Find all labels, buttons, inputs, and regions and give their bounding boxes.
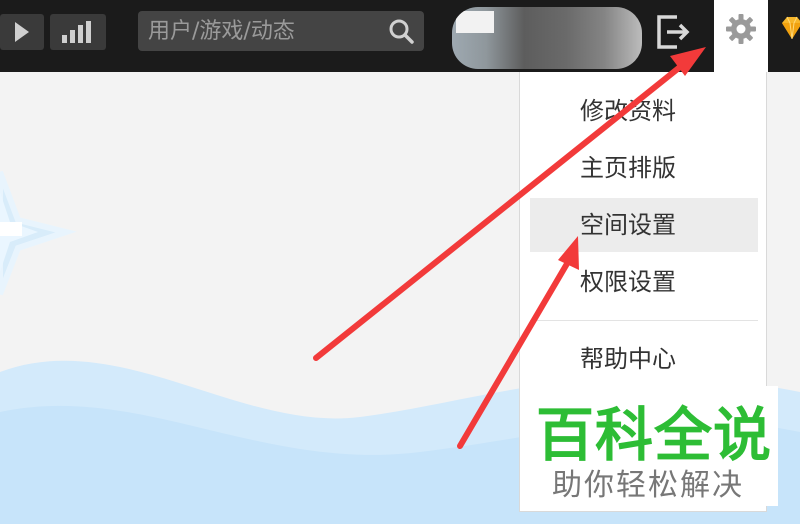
- settings-button[interactable]: [714, 0, 768, 72]
- stats-button[interactable]: [50, 14, 106, 50]
- menu-divider: [530, 320, 758, 321]
- stats-icon: [62, 21, 91, 43]
- logout-icon[interactable]: [653, 13, 693, 51]
- gear-icon: [726, 14, 756, 44]
- menu-item-homepage-layout[interactable]: 主页排版: [530, 141, 758, 195]
- watermark: 百科全说 助你轻松解决: [528, 386, 778, 506]
- search-box: [138, 11, 424, 51]
- user-avatar[interactable]: [452, 7, 642, 69]
- avatar-highlight: [456, 11, 494, 33]
- watermark-subtitle: 助你轻松解决: [552, 468, 744, 503]
- play-button[interactable]: [0, 14, 44, 50]
- menu-item-edit-profile[interactable]: 修改资料: [530, 84, 758, 138]
- play-icon: [15, 22, 29, 42]
- menu-item-permission-settings[interactable]: 权限设置: [530, 255, 758, 309]
- page: 修改资料 主页排版 空间设置 权限设置 帮助中心 百科全说 助你轻松解决: [0, 0, 800, 524]
- search-input[interactable]: [148, 11, 378, 51]
- search-icon[interactable]: [388, 18, 414, 44]
- top-bar: [0, 0, 800, 72]
- menu-item-space-settings[interactable]: 空间设置: [530, 198, 758, 252]
- menu-item-help-center[interactable]: 帮助中心: [530, 332, 758, 386]
- diamond-icon[interactable]: [778, 14, 800, 42]
